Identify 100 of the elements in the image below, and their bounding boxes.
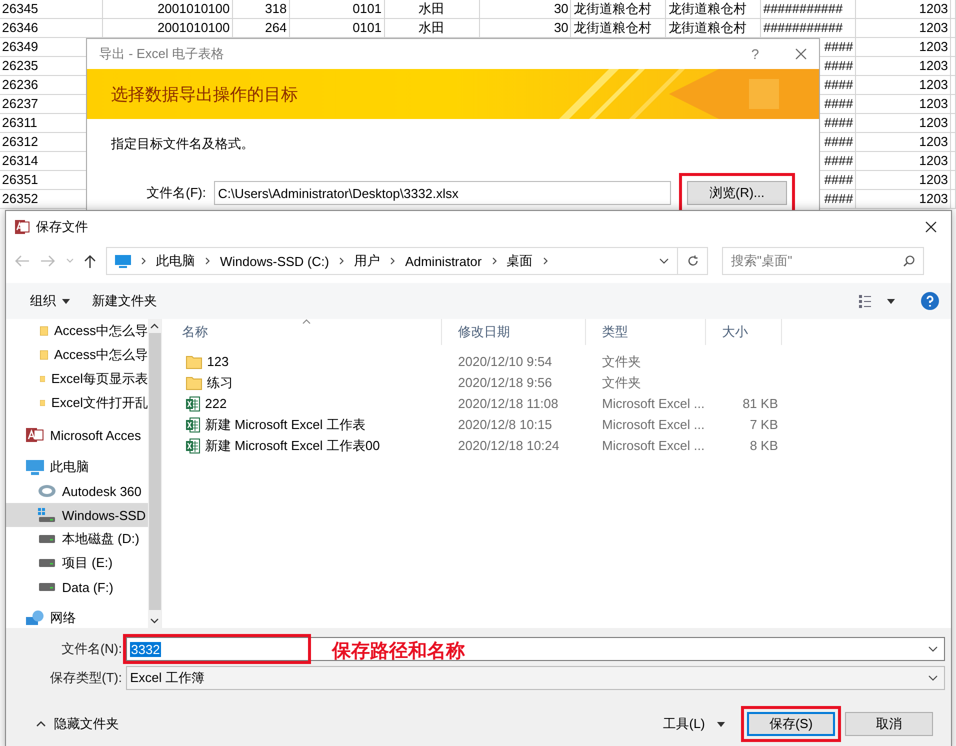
drive-icon (38, 583, 56, 591)
sheet-cell: 30 (554, 0, 568, 18)
sidebar-item[interactable]: 本地磁盘 (D:) (6, 527, 148, 551)
sheet-cell: ########### (763, 19, 843, 37)
sheet-cell: ########### (763, 0, 843, 18)
file-name-label: 文件名(N): (60, 640, 123, 658)
sheet-cell: 26351 (2, 171, 38, 189)
file-type: Microsoft Excel ... (602, 417, 705, 432)
file-type: Microsoft Excel ... (602, 438, 705, 453)
file-size: 8 KB (750, 438, 778, 453)
up-icon[interactable] (84, 254, 96, 268)
new-folder-button[interactable]: 新建文件夹 (86, 292, 163, 310)
breadcrumb-item[interactable]: 此电脑 (156, 252, 195, 270)
file-date: 2020/12/10 9:54 (458, 354, 552, 369)
file-date: 2020/12/18 9:56 (458, 375, 552, 390)
breadcrumb-item[interactable]: Administrator (405, 254, 482, 268)
sidebar-item[interactable]: 此电脑 (6, 455, 148, 479)
sheet-cell: 1203 (919, 114, 948, 132)
sidebar-item[interactable]: Data (F:) (6, 575, 148, 599)
file-type-select[interactable]: Excel 工作簿 (126, 666, 945, 690)
column-header[interactable]: 大小 (706, 319, 782, 345)
sidebar-item[interactable]: Excel每页显示表 (6, 367, 148, 391)
drive-icon (38, 535, 56, 543)
chevron-down-icon[interactable] (928, 646, 938, 652)
sidebar-label: Data (F:) (62, 580, 114, 594)
sidebar-item[interactable]: Access中怎么导 (6, 343, 148, 367)
chevron-right-icon (542, 257, 548, 265)
sheet-cell: 318 (264, 0, 287, 18)
address-bar[interactable]: 此电脑 Windows-SSD (C:) 用户 Administrator 桌面 (106, 247, 678, 275)
close-icon[interactable] (925, 221, 937, 233)
column-header[interactable]: 名称 (166, 319, 442, 345)
breadcrumb-item[interactable]: Windows-SSD (C:) (220, 254, 330, 268)
sidebar-item[interactable]: 项目 (E:) (6, 551, 148, 575)
search-field[interactable]: 搜索"桌面" (722, 247, 924, 275)
cancel-button[interactable]: 取消 (845, 712, 933, 736)
file-path-field[interactable]: C:\Users\Administrator\Desktop\3332.xlsx (214, 181, 671, 205)
file-date: 2020/12/18 11:08 (458, 396, 558, 411)
scrollbar[interactable] (148, 319, 161, 628)
sheet-cell: 264 (264, 19, 287, 37)
file-type: 文件夹 (602, 354, 641, 368)
sidebar-label: 本地磁盘 (D:) (62, 530, 140, 548)
sidebar-label: 此电脑 (50, 458, 89, 476)
sidebar-item[interactable]: Microsoft Acces (6, 423, 148, 447)
chevron-right-icon (339, 257, 344, 265)
file-name: 新建 Microsoft Excel 工作表00 (205, 436, 380, 454)
file-name: 练习 (207, 374, 233, 392)
chevron-right-icon (492, 257, 497, 265)
sidebar-item[interactable]: Autodesk 360 (6, 479, 148, 503)
file-row[interactable]: 新建 Microsoft Excel 工作表00 2020/12/18 10:24 Microsoft Excel ... 8 KB (166, 435, 951, 456)
file-row[interactable]: 123 2020/12/10 9:54 文件夹 (166, 351, 951, 372)
sheet-cell: 26352 (2, 190, 38, 208)
file-row[interactable]: 练习 2020/12/18 9:56 文件夹 (166, 372, 951, 393)
sheet-cell: #### (824, 114, 854, 132)
column-header[interactable]: 类型 (586, 319, 706, 345)
annotation-text: 保存路径和名称 (332, 640, 465, 664)
sidebar-item[interactable]: 网络 (6, 606, 148, 628)
sheet-cell: #### (824, 133, 854, 151)
sheet-cell: 1203 (919, 19, 948, 37)
column-header[interactable]: 修改日期 (442, 319, 586, 345)
drive-icon (38, 559, 56, 567)
save-button[interactable]: 保存(S) (747, 712, 835, 736)
sidebar-label: Excel每页显示表 (51, 370, 148, 388)
sheet-cell: 1203 (919, 0, 948, 18)
sheet-cell: #### (824, 95, 854, 113)
sheet-cell: 26349 (2, 38, 38, 56)
sidebar-label: Access中怎么导 (54, 322, 148, 340)
refresh-button[interactable] (678, 247, 708, 275)
scroll-up-icon[interactable] (150, 323, 159, 329)
file-row[interactable]: 新建 Microsoft Excel 工作表 2020/12/8 10:15 Microsoft Excel ... 7 KB (166, 414, 951, 435)
help-button[interactable]: ? (751, 46, 759, 62)
help-icon[interactable] (921, 292, 939, 310)
sheet-cell: 26237 (2, 95, 38, 113)
file-size: 81 KB (742, 396, 778, 411)
sheet-cell: #### (824, 76, 854, 94)
chevron-down-icon[interactable] (659, 258, 669, 264)
sheet-cell: 龙街道粮仓村 (573, 19, 652, 37)
sidebar-item[interactable]: Access中怎么导 (6, 319, 148, 343)
file-name-value: 3332 (130, 642, 161, 656)
sheet-cell: 26312 (2, 133, 38, 151)
sidebar-item[interactable]: Excel文件打开乱 (6, 391, 148, 415)
tools-menu[interactable]: 工具(L) (657, 714, 731, 734)
sheet-cell: 1203 (919, 190, 948, 208)
file-row[interactable]: 222 2020/12/18 11:08 Microsoft Excel ... 81 KB (166, 393, 951, 414)
sidebar-label: Access中怎么导 (54, 346, 148, 364)
sidebar-item[interactable]: Windows-SSD (6, 503, 148, 527)
breadcrumb-item[interactable]: 桌面 (506, 252, 533, 270)
chevron-right-icon (390, 257, 396, 265)
refresh-icon (686, 255, 698, 267)
breadcrumb-item[interactable]: 用户 (354, 252, 380, 270)
caret-icon[interactable] (887, 298, 895, 304)
browse-button[interactable]: 浏览(R)... (687, 181, 787, 205)
organize-menu[interactable]: 组织 (24, 292, 76, 310)
scroll-down-icon[interactable] (150, 618, 159, 624)
sheet-cell: 2001010100 (157, 19, 230, 37)
sheet-cell: #### (824, 171, 854, 189)
spreadsheet-icon (186, 416, 200, 432)
hide-folders-button[interactable]: 隐藏文件夹 (30, 714, 125, 734)
spreadsheet-icon (186, 438, 200, 454)
spreadsheet-icon (186, 396, 200, 412)
sheet-cell: 1203 (919, 171, 948, 189)
